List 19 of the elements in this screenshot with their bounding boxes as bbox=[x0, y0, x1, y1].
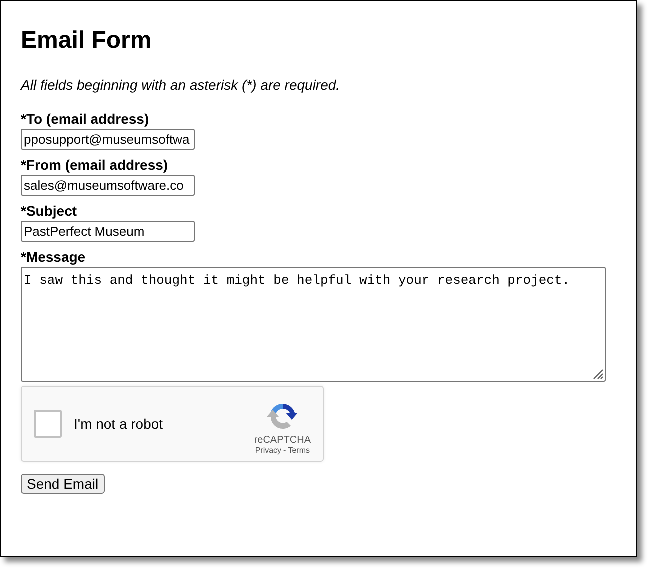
required-note: All fields beginning with an asterisk (*) are required. bbox=[21, 77, 342, 93]
field-label: *To (email address) bbox=[21, 110, 150, 128]
message-text: I saw this and thought it might be helpful with your research project. bbox=[24, 273, 570, 288]
field-label: *Message bbox=[21, 248, 86, 266]
input-field[interactable]: PastPerfect Museum bbox=[21, 221, 195, 242]
message-field[interactable]: I saw this and thought it might be helpful with your research project. bbox=[21, 267, 606, 382]
link-separator: - bbox=[284, 446, 286, 455]
send-email-button[interactable]: Send Email bbox=[21, 474, 105, 494]
privacy-link[interactable]: Privacy bbox=[255, 446, 282, 455]
captcha-checkbox[interactable] bbox=[34, 410, 62, 438]
field-label: *Subject bbox=[21, 202, 78, 220]
input-field[interactable]: sales@museumsoftware.co bbox=[21, 175, 195, 196]
resize-grip-icon[interactable] bbox=[592, 368, 604, 380]
input-field[interactable]: pposupport@museumsoftwa bbox=[21, 129, 195, 150]
terms-link[interactable]: Terms bbox=[288, 446, 310, 455]
captcha-brand: reCAPTCHA bbox=[254, 435, 311, 446]
page-title: Email Form bbox=[21, 26, 153, 55]
captcha-label: I'm not a robot bbox=[74, 416, 164, 432]
field-label: *From (email address) bbox=[21, 156, 168, 174]
